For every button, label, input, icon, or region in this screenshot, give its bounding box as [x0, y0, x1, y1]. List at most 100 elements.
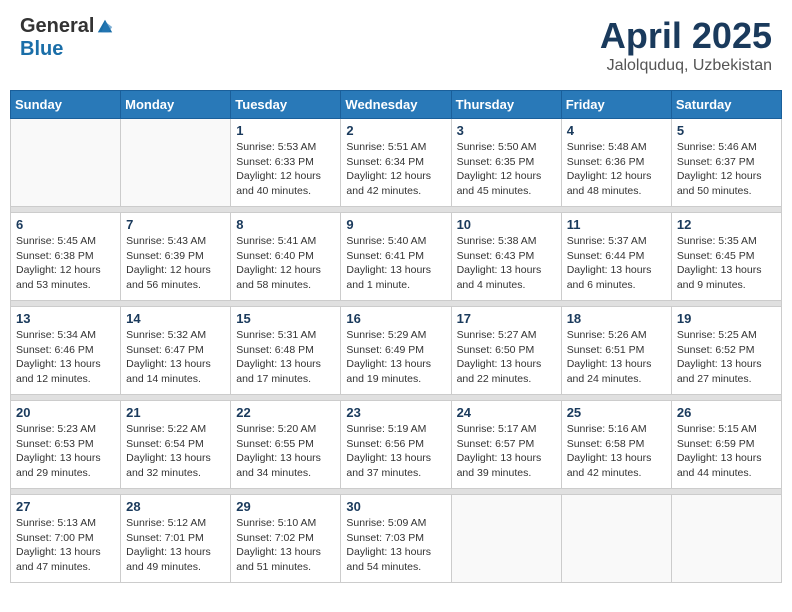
weekday-header-sunday: Sunday [11, 91, 121, 119]
day-info: Sunrise: 5:23 AMSunset: 6:53 PMDaylight:… [16, 422, 115, 481]
calendar-cell: 5Sunrise: 5:46 AMSunset: 6:37 PMDaylight… [671, 119, 781, 207]
calendar-cell: 24 Sunrise: 5:17 AMSunset: 6:57 PMDayligh… [451, 401, 561, 489]
calendar-cell: 1 Sunrise: 5:53 AMSunset: 6:33 PMDaylight… [231, 119, 341, 207]
calendar-cell: 29 Sunrise: 5:10 AMSunset: 7:02 PMDayligh… [231, 495, 341, 583]
location-text: Jalolquduq, Uzbekistan [600, 57, 772, 75]
day-info: Sunrise: 5:38 AMSunset: 6:43 PMDaylight:… [457, 234, 556, 293]
day-info: Sunrise: 5:50 AMSunset: 6:35 PMDaylight:… [457, 140, 556, 199]
day-number: 25 [567, 405, 666, 420]
day-number: 8 [236, 217, 335, 232]
day-number: 23 [346, 405, 445, 420]
calendar-cell: 26 Sunrise: 5:15 AMSunset: 6:59 PMDayligh… [671, 401, 781, 489]
calendar-cell: 10 Sunrise: 5:38 AMSunset: 6:43 PMDayligh… [451, 213, 561, 301]
day-number: 6 [16, 217, 115, 232]
day-number: 16 [346, 311, 445, 326]
calendar-cell [451, 495, 561, 583]
day-number: 24 [457, 405, 556, 420]
calendar-cell: 15 Sunrise: 5:31 AMSunset: 6:48 PMDayligh… [231, 307, 341, 395]
day-info: Sunrise: 5:37 AMSunset: 6:44 PMDaylight:… [567, 234, 666, 293]
day-number: 7 [126, 217, 225, 232]
calendar-cell: 19 Sunrise: 5:25 AMSunset: 6:52 PMDayligh… [671, 307, 781, 395]
weekday-header-saturday: Saturday [671, 91, 781, 119]
calendar-cell: 21 Sunrise: 5:22 AMSunset: 6:54 PMDayligh… [121, 401, 231, 489]
day-number: 9 [346, 217, 445, 232]
day-info: Sunrise: 5:53 AMSunset: 6:33 PMDaylight:… [236, 140, 335, 199]
calendar-cell: 11 Sunrise: 5:37 AMSunset: 6:44 PMDayligh… [561, 213, 671, 301]
day-info: Sunrise: 5:22 AMSunset: 6:54 PMDaylight:… [126, 422, 225, 481]
day-info: Sunrise: 5:12 AMSunset: 7:01 PMDaylight:… [126, 516, 225, 575]
day-info: Sunrise: 5:16 AMSunset: 6:58 PMDaylight:… [567, 422, 666, 481]
day-number: 5 [677, 123, 776, 138]
day-number: 15 [236, 311, 335, 326]
day-number: 1 [236, 123, 335, 138]
calendar-cell [561, 495, 671, 583]
calendar-cell: 18 Sunrise: 5:26 AMSunset: 6:51 PMDayligh… [561, 307, 671, 395]
calendar-cell: 14 Sunrise: 5:32 AMSunset: 6:47 PMDayligh… [121, 307, 231, 395]
day-number: 26 [677, 405, 776, 420]
day-info: Sunrise: 5:27 AMSunset: 6:50 PMDaylight:… [457, 328, 556, 387]
calendar-cell: 8 Sunrise: 5:41 AMSunset: 6:40 PMDaylight… [231, 213, 341, 301]
week-row-5: 27 Sunrise: 5:13 AMSunset: 7:00 PMDayligh… [11, 495, 782, 583]
day-info: Sunrise: 5:43 AMSunset: 6:39 PMDaylight:… [126, 234, 225, 293]
day-number: 2 [346, 123, 445, 138]
day-number: 18 [567, 311, 666, 326]
calendar-cell: 25 Sunrise: 5:16 AMSunset: 6:58 PMDayligh… [561, 401, 671, 489]
weekday-header-monday: Monday [121, 91, 231, 119]
calendar-cell: 22Sunrise: 5:20 AMSunset: 6:55 PMDayligh… [231, 401, 341, 489]
calendar-cell [121, 119, 231, 207]
day-info: Sunrise: 5:31 AMSunset: 6:48 PMDaylight:… [236, 328, 335, 387]
day-number: 28 [126, 499, 225, 514]
day-info: Sunrise: 5:51 AMSunset: 6:34 PMDaylight:… [346, 140, 445, 199]
day-info: Sunrise: 5:48 AMSunset: 6:36 PMDaylight:… [567, 140, 666, 199]
weekday-header-friday: Friday [561, 91, 671, 119]
weekday-header-row: SundayMondayTuesdayWednesdayThursdayFrid… [11, 91, 782, 119]
day-info: Sunrise: 5:41 AMSunset: 6:40 PMDaylight:… [236, 234, 335, 293]
calendar-cell: 6 Sunrise: 5:45 AMSunset: 6:38 PMDaylight… [11, 213, 121, 301]
day-info: Sunrise: 5:17 AMSunset: 6:57 PMDaylight:… [457, 422, 556, 481]
calendar-cell: 3 Sunrise: 5:50 AMSunset: 6:35 PMDaylight… [451, 119, 561, 207]
calendar-cell: 12Sunrise: 5:35 AMSunset: 6:45 PMDayligh… [671, 213, 781, 301]
day-info: Sunrise: 5:40 AMSunset: 6:41 PMDaylight:… [346, 234, 445, 293]
week-row-4: 20Sunrise: 5:23 AMSunset: 6:53 PMDayligh… [11, 401, 782, 489]
logo-icon [96, 18, 114, 36]
day-number: 30 [346, 499, 445, 514]
week-row-2: 6 Sunrise: 5:45 AMSunset: 6:38 PMDaylight… [11, 213, 782, 301]
calendar-cell: 16 Sunrise: 5:29 AMSunset: 6:49 PMDayligh… [341, 307, 451, 395]
day-number: 21 [126, 405, 225, 420]
day-number: 4 [567, 123, 666, 138]
calendar-cell: 30Sunrise: 5:09 AMSunset: 7:03 PMDayligh… [341, 495, 451, 583]
day-info: Sunrise: 5:25 AMSunset: 6:52 PMDaylight:… [677, 328, 776, 387]
day-info: Sunrise: 5:10 AMSunset: 7:02 PMDaylight:… [236, 516, 335, 575]
day-number: 11 [567, 217, 666, 232]
day-info: Sunrise: 5:35 AMSunset: 6:45 PMDaylight:… [677, 234, 776, 293]
week-row-1: 1 Sunrise: 5:53 AMSunset: 6:33 PMDaylight… [11, 119, 782, 207]
day-number: 27 [16, 499, 115, 514]
calendar-cell: 13Sunrise: 5:34 AMSunset: 6:46 PMDayligh… [11, 307, 121, 395]
week-row-3: 13Sunrise: 5:34 AMSunset: 6:46 PMDayligh… [11, 307, 782, 395]
day-info: Sunrise: 5:20 AMSunset: 6:55 PMDaylight:… [236, 422, 335, 481]
logo: General Blue [20, 15, 114, 61]
day-info: Sunrise: 5:32 AMSunset: 6:47 PMDaylight:… [126, 328, 225, 387]
day-info: Sunrise: 5:45 AMSunset: 6:38 PMDaylight:… [16, 234, 115, 293]
day-number: 29 [236, 499, 335, 514]
day-number: 17 [457, 311, 556, 326]
calendar-cell: 7 Sunrise: 5:43 AMSunset: 6:39 PMDaylight… [121, 213, 231, 301]
calendar-cell: 4 Sunrise: 5:48 AMSunset: 6:36 PMDaylight… [561, 119, 671, 207]
calendar-cell: 27 Sunrise: 5:13 AMSunset: 7:00 PMDayligh… [11, 495, 121, 583]
weekday-header-wednesday: Wednesday [341, 91, 451, 119]
day-info: Sunrise: 5:34 AMSunset: 6:46 PMDaylight:… [16, 328, 115, 387]
day-number: 3 [457, 123, 556, 138]
day-number: 19 [677, 311, 776, 326]
day-info: Sunrise: 5:29 AMSunset: 6:49 PMDaylight:… [346, 328, 445, 387]
page-header: General Blue April 2025 Jalolquduq, Uzbe… [10, 10, 782, 80]
calendar-cell: 17 Sunrise: 5:27 AMSunset: 6:50 PMDayligh… [451, 307, 561, 395]
calendar-cell: 9 Sunrise: 5:40 AMSunset: 6:41 PMDaylight… [341, 213, 451, 301]
day-number: 14 [126, 311, 225, 326]
day-info: Sunrise: 5:26 AMSunset: 6:51 PMDaylight:… [567, 328, 666, 387]
day-info: Sunrise: 5:15 AMSunset: 6:59 PMDaylight:… [677, 422, 776, 481]
weekday-header-thursday: Thursday [451, 91, 561, 119]
calendar-table: SundayMondayTuesdayWednesdayThursdayFrid… [10, 90, 782, 583]
day-info: Sunrise: 5:13 AMSunset: 7:00 PMDaylight:… [16, 516, 115, 575]
calendar-cell: 23Sunrise: 5:19 AMSunset: 6:56 PMDayligh… [341, 401, 451, 489]
day-number: 10 [457, 217, 556, 232]
